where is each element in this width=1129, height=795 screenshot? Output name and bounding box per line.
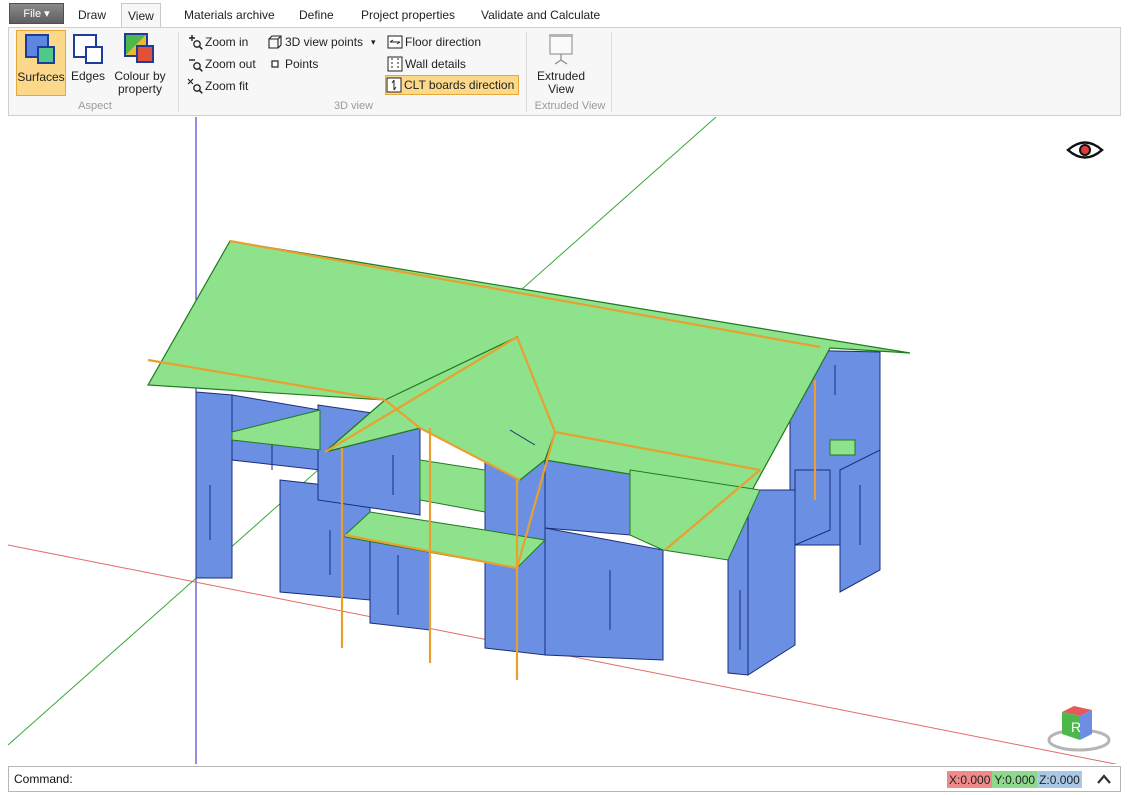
extruded-view-group-label: Extruded View [534, 100, 606, 112]
tab-materials-archive[interactable]: Materials archive [178, 3, 281, 27]
clt-boards-direction-label: CLT boards direction [404, 78, 515, 92]
zoom-fit-button[interactable]: Zoom fit [187, 76, 248, 96]
wall-details-button[interactable]: Wall details [387, 54, 466, 74]
navcube-face-label: R [1071, 719, 1081, 735]
building-model-scene[interactable] [0, 117, 1129, 764]
wall-details-label: Wall details [405, 57, 466, 71]
extruded-view-button[interactable]: Extruded View [533, 30, 589, 96]
tab-define[interactable]: Define [293, 3, 340, 27]
points-button[interactable]: Points [267, 54, 318, 74]
tab-view[interactable]: View [121, 3, 161, 28]
point-icon [267, 56, 283, 72]
edges-button[interactable]: Edges [69, 30, 107, 96]
3d-viewport[interactable]: R [0, 117, 1129, 764]
3d-view-points-label: 3D view points [285, 35, 364, 49]
3d-view-group-label: 3D view [333, 100, 374, 112]
command-bar: Command: X: 0.000 Y: 0.000 Z: 0.000 [8, 766, 1121, 792]
tab-draw[interactable]: Draw [72, 3, 112, 27]
tab-validate-and-calculate[interactable]: Validate and Calculate [475, 3, 606, 27]
z-coordinate: Z: 0.000 [1037, 771, 1082, 788]
colour-by-property-icon [123, 32, 157, 66]
group-divider [526, 32, 527, 112]
edges-icon [71, 32, 105, 66]
colour-by-property-button[interactable]: Colour by property [112, 30, 168, 96]
edges-label: Edges [70, 69, 106, 83]
surfaces-label: Surfaces [17, 70, 65, 84]
visibility-toggle-icon[interactable] [1066, 137, 1104, 163]
x-coordinate: X: 0.000 [947, 771, 993, 788]
floor-direction-label: Floor direction [405, 35, 482, 49]
projector-screen-icon [544, 32, 578, 66]
zoom-out-label: Zoom out [205, 57, 256, 71]
coordinate-readout: X: 0.000 Y: 0.000 Z: 0.000 [947, 771, 1082, 788]
dropdown-arrow-icon[interactable]: ▾ [371, 37, 376, 48]
ribbon-panel: Surfaces Edges Colour by property Aspect [8, 27, 1121, 116]
clt-boards-direction-icon [386, 77, 402, 93]
navigation-cube-icon[interactable]: R [1046, 702, 1112, 752]
zoom-in-label: Zoom in [205, 35, 249, 49]
zoom-out-button[interactable]: Zoom out [187, 54, 256, 74]
wall-details-icon [387, 56, 403, 72]
zoom-fit-label: Zoom fit [205, 79, 249, 93]
surfaces-button[interactable]: Surfaces [16, 30, 66, 96]
group-divider [178, 32, 179, 112]
floor-direction-icon [387, 34, 403, 50]
surfaces-icon [24, 33, 58, 67]
ribbon-tab-bar: File ▾ Draw View Materials archive Defin… [0, 0, 1129, 28]
y-coordinate: Y: 0.000 [992, 771, 1038, 788]
tab-project-properties[interactable]: Project properties [355, 3, 461, 27]
zoom-in-icon [187, 34, 203, 50]
extruded-view-label-2: View [548, 82, 574, 96]
file-menu-button[interactable]: File ▾ [9, 3, 64, 24]
chevron-up-icon[interactable] [1095, 771, 1113, 788]
command-label: Command: [14, 772, 73, 786]
floor-direction-button[interactable]: Floor direction [387, 32, 481, 52]
points-label: Points [285, 57, 319, 71]
zoom-fit-icon [187, 78, 203, 94]
zoom-in-button[interactable]: Zoom in [187, 32, 248, 52]
clt-boards-direction-button[interactable]: CLT boards direction [385, 75, 520, 95]
aspect-group-label: Aspect [78, 100, 112, 112]
group-divider [611, 32, 612, 112]
3d-view-points-button[interactable]: 3D view points ▾ [267, 32, 376, 52]
colour-by-property-label-2: property [117, 82, 163, 96]
cube-icon [267, 34, 283, 50]
zoom-out-icon [187, 56, 203, 72]
